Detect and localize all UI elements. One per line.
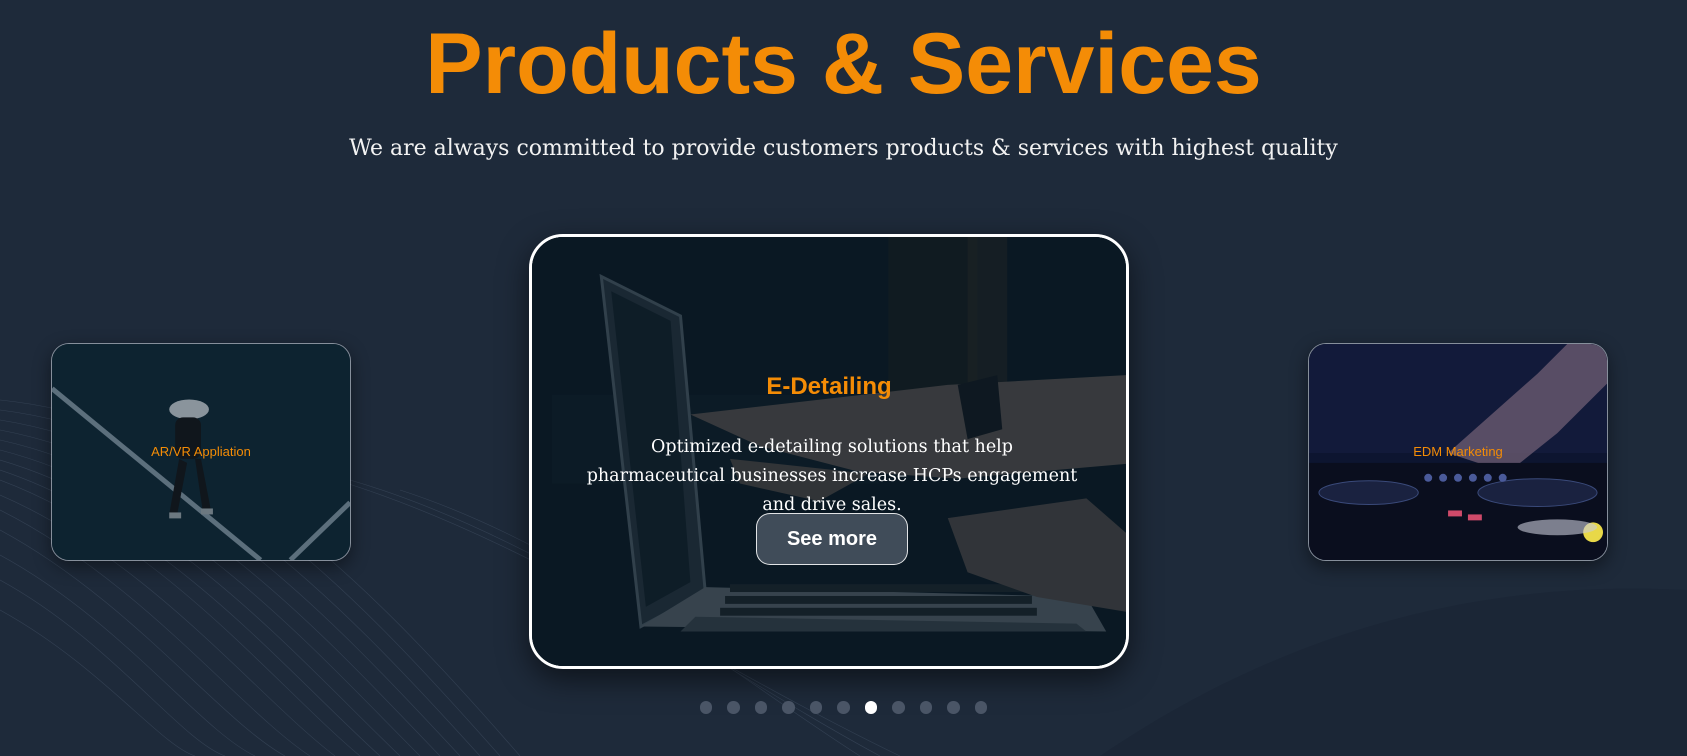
pagination-dot[interactable]: [837, 701, 850, 714]
card-description: Optimized e-detailing solutions that hel…: [586, 437, 1078, 515]
pagination-dot[interactable]: [727, 701, 740, 714]
pagination-dot[interactable]: [754, 701, 768, 714]
carousel-card-edm[interactable]: EDM Marketing: [1308, 343, 1608, 561]
card-title-edetailing: E-Detailing: [766, 373, 892, 400]
pagination-dot[interactable]: [919, 701, 933, 714]
pagination-dot[interactable]: [892, 701, 905, 714]
section-title: Products & Services: [425, 16, 1262, 112]
pagination-dot[interactable]: [809, 701, 823, 714]
pagination-dot[interactable]: [782, 701, 795, 714]
see-more-button[interactable]: See more: [756, 513, 908, 565]
pagination-dot-active[interactable]: [864, 701, 878, 714]
card-label-arvr: AR/VR Appliation: [151, 444, 251, 459]
pagination-dot[interactable]: [699, 701, 713, 714]
carousel-card-arvr[interactable]: AR/VR Appliation: [51, 343, 351, 561]
carousel-pagination: [0, 701, 1687, 714]
section-subtitle: We are always committed to provide custo…: [349, 136, 1338, 161]
card-label-edm: EDM Marketing: [1413, 444, 1503, 459]
carousel-card-edetailing[interactable]: E-Detailing Optimized e-detailing soluti…: [529, 234, 1129, 669]
pagination-dot[interactable]: [974, 701, 988, 714]
pagination-dot[interactable]: [947, 701, 960, 714]
